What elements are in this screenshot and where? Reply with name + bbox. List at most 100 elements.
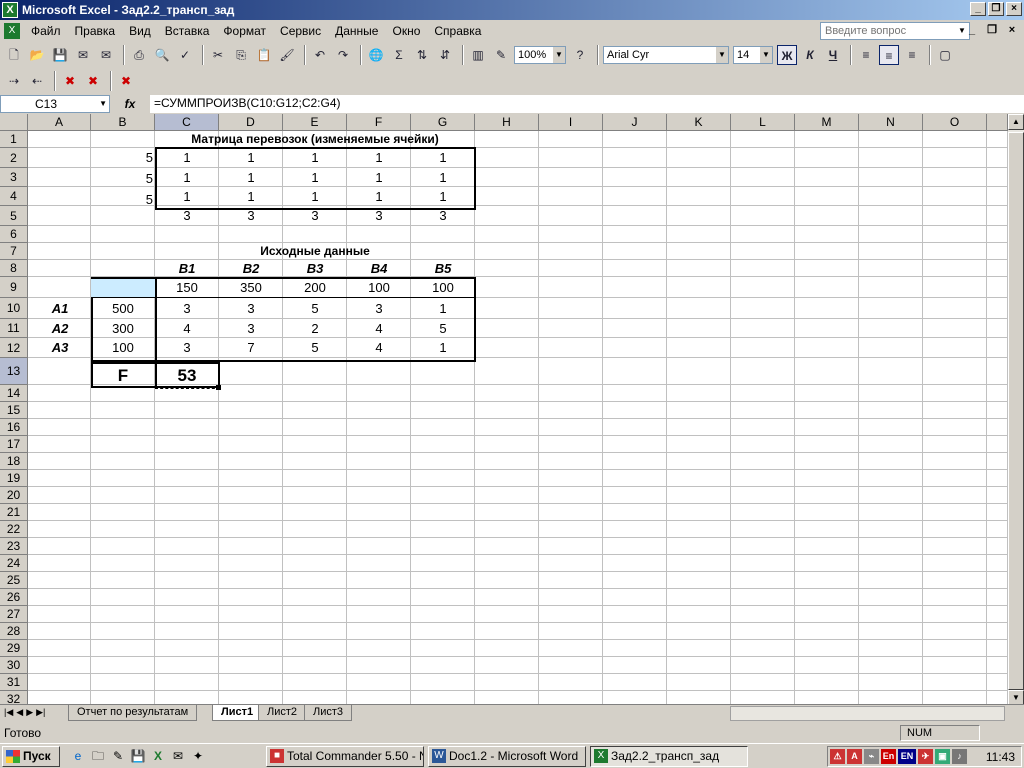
scroll-thumb[interactable] [1008, 132, 1024, 690]
align-left-icon[interactable]: ≡ [856, 45, 876, 65]
format-painter-icon[interactable]: 🖌 [277, 45, 297, 65]
size-dropdown-icon[interactable]: ▼ [760, 47, 772, 63]
menu-edit[interactable]: Правка [68, 24, 123, 38]
notepad-icon[interactable]: ✎ [110, 748, 126, 764]
cost-cell[interactable]: 4 [155, 319, 219, 338]
col-header-h[interactable]: H [475, 114, 539, 131]
matrix-cell[interactable]: 1 [347, 148, 411, 168]
cost-cell[interactable]: 3 [155, 338, 219, 358]
cost-cell[interactable]: 5 [283, 338, 347, 358]
demand-cell[interactable]: 350 [219, 277, 283, 298]
remove-all-arrows-icon[interactable]: ✖ [116, 71, 136, 91]
menu-help[interactable]: Справка [427, 24, 488, 38]
underline-button[interactable]: Ч [823, 45, 843, 65]
tab-sheet2[interactable]: Лист2 [258, 705, 307, 721]
cost-cell[interactable]: 2 [283, 319, 347, 338]
row-header-26[interactable]: 26 [0, 589, 28, 606]
matrix-colsum[interactable]: 3 [219, 206, 283, 226]
menu-insert[interactable]: Вставка [158, 24, 217, 38]
excel-app-icon[interactable]: X [2, 2, 18, 18]
row-header-29[interactable]: 29 [0, 640, 28, 657]
demand-cell[interactable]: 200 [283, 277, 347, 298]
scroll-up-icon[interactable]: ▲ [1008, 114, 1024, 130]
matrix-rowsum-2[interactable]: 5 [91, 169, 155, 188]
italic-button[interactable]: К [800, 45, 820, 65]
tab-sheet1[interactable]: Лист1 [212, 705, 263, 721]
save-icon[interactable]: 💾 [50, 45, 70, 65]
menu-view[interactable]: Вид [122, 24, 158, 38]
row-header-17[interactable]: 17 [0, 436, 28, 453]
sort-ascending-icon[interactable]: ⇅ [412, 45, 432, 65]
a-label[interactable]: A3 [28, 338, 92, 358]
col-header-l[interactable]: L [731, 114, 795, 131]
row-header-30[interactable]: 30 [0, 657, 28, 674]
cost-cell[interactable]: 4 [347, 338, 411, 358]
remove-dependent-arrows-icon[interactable]: ✖ [83, 71, 103, 91]
tray-lang-en[interactable]: EN [898, 749, 916, 764]
task-excel[interactable]: X Зад2.2_трансп_зад [590, 745, 748, 767]
row-header-15[interactable]: 15 [0, 402, 28, 419]
row-header-8[interactable]: 8 [0, 260, 28, 277]
matrix-cell[interactable]: 1 [219, 187, 283, 206]
supply-cell[interactable]: 500 [91, 298, 155, 319]
row-header-2[interactable]: 2 [0, 148, 28, 168]
autosum-icon[interactable]: Σ [389, 45, 409, 65]
row-header-27[interactable]: 27 [0, 606, 28, 623]
row-header-19[interactable]: 19 [0, 470, 28, 487]
select-all-corner[interactable] [0, 114, 28, 131]
b-header[interactable]: B4 [347, 260, 411, 277]
cost-cell[interactable]: 7 [219, 338, 283, 358]
b-header[interactable]: B5 [411, 260, 475, 277]
help-question-input[interactable] [820, 22, 970, 40]
col-header-o[interactable]: O [923, 114, 987, 131]
font-select[interactable]: Arial Cyr ▼ [603, 46, 729, 64]
row-header-21[interactable]: 21 [0, 504, 28, 521]
col-header-p[interactable] [987, 114, 1008, 131]
cost-cell[interactable]: 3 [347, 298, 411, 319]
supply-cell[interactable]: 300 [91, 319, 155, 338]
b-header[interactable]: B3 [283, 260, 347, 277]
tab-sheet3[interactable]: Лист3 [304, 705, 353, 721]
a-label[interactable]: A1 [28, 298, 92, 319]
col-header-i[interactable]: I [539, 114, 603, 131]
f-label[interactable]: F [91, 365, 155, 387]
cost-cell[interactable]: 1 [411, 338, 475, 358]
vertical-scrollbar[interactable]: ▲ ▼ [1008, 114, 1024, 706]
row-header-9[interactable]: 9 [0, 277, 28, 298]
row-header-24[interactable]: 24 [0, 555, 28, 572]
matrix-cell[interactable]: 1 [219, 168, 283, 187]
col-header-e[interactable]: E [283, 114, 347, 131]
demand-cell[interactable]: 100 [347, 277, 411, 298]
cost-cell[interactable]: 5 [283, 298, 347, 319]
cost-cell[interactable]: 3 [155, 298, 219, 319]
open-icon[interactable]: 📂 [27, 45, 47, 65]
cost-cell[interactable]: 4 [347, 319, 411, 338]
row-header-7[interactable]: 7 [0, 243, 28, 260]
trace-precedents-icon[interactable]: ⇢ [4, 71, 24, 91]
doc-close-button[interactable]: × [1004, 23, 1020, 37]
tray-puntoswitch-icon[interactable]: ✈ [918, 749, 933, 764]
font-dropdown-icon[interactable]: ▼ [716, 47, 728, 63]
tab-results-report[interactable]: Отчет по результатам [68, 705, 198, 721]
hyperlink-icon[interactable]: 🌐 [366, 45, 386, 65]
matrix-rowsum-1[interactable]: 5 [91, 148, 155, 167]
row-header-23[interactable]: 23 [0, 538, 28, 555]
row-header-20[interactable]: 20 [0, 487, 28, 504]
a-label[interactable]: A2 [28, 319, 92, 338]
tab-prev-icon[interactable]: ◀ [16, 707, 23, 718]
cost-cell[interactable]: 1 [411, 298, 475, 319]
floppy-icon[interactable]: 💾 [130, 748, 146, 764]
matrix-colsum[interactable]: 3 [155, 206, 219, 226]
row-header-6[interactable]: 6 [0, 226, 28, 243]
tab-first-icon[interactable]: |◀ [4, 707, 13, 718]
tab-last-icon[interactable]: ▶| [36, 707, 45, 718]
ie-icon[interactable]: e [70, 748, 86, 764]
minimize-button[interactable]: _ [970, 2, 986, 16]
tray-speaker-icon[interactable]: ♪ [952, 749, 967, 764]
matrix-colsum[interactable]: 3 [283, 206, 347, 226]
doc-restore-button[interactable]: ❐ [984, 23, 1000, 37]
col-header-n[interactable]: N [859, 114, 923, 131]
name-box[interactable]: C13 ▼ [0, 95, 110, 113]
matrix-cell[interactable]: 1 [219, 148, 283, 168]
b-header[interactable]: B2 [219, 260, 283, 277]
